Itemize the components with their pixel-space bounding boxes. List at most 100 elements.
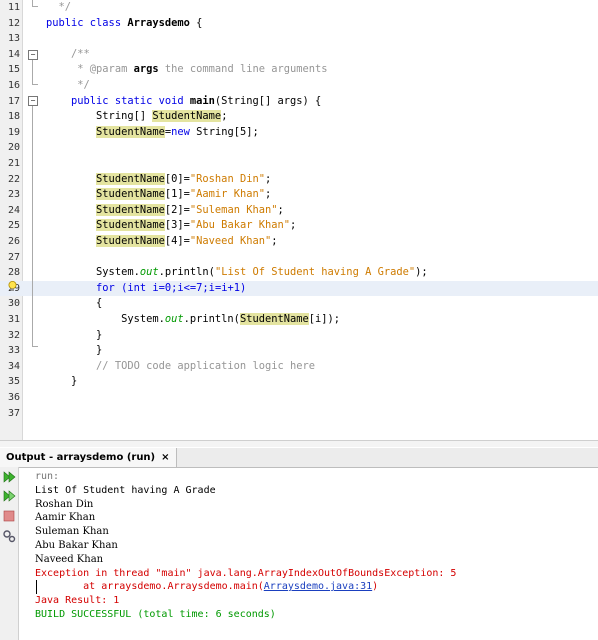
code-token: System.	[46, 266, 140, 279]
output-line: Abu Bakar Khan	[35, 539, 456, 553]
code-token: "List Of Student having A Grade"	[214, 266, 416, 279]
output-toolbar	[0, 467, 19, 640]
line-number: 22	[7, 173, 20, 185]
line-number: 23	[7, 189, 20, 201]
code-line[interactable]: 17 public static void main(String[] args…	[0, 94, 598, 110]
output-line-text: Abu Bakar Khan	[35, 539, 118, 551]
fold-minus-icon[interactable]: −	[28, 96, 38, 106]
stacktrace-link[interactable]: Arraysdemo.java:31	[264, 581, 372, 592]
code-token: new	[171, 125, 190, 138]
code-token: }	[46, 328, 103, 341]
code-text: System.out.println("List Of Student havi…	[46, 265, 428, 281]
fold-guide-end	[32, 6, 38, 7]
code-line[interactable]: 35 }	[0, 374, 598, 390]
code-line[interactable]: 12 public class Arraysdemo {	[0, 16, 598, 32]
code-token: args	[133, 63, 159, 76]
code-token: /**	[46, 47, 90, 60]
rerun-debug-icon[interactable]	[2, 489, 16, 503]
code-line[interactable]: 32 }	[0, 328, 598, 344]
stop-icon[interactable]	[2, 509, 16, 523]
line-number: 34	[7, 360, 20, 372]
line-number: 16	[7, 80, 20, 91]
output-console[interactable]: run: List Of Student having A Grade Roshan…	[35, 470, 456, 622]
code-line[interactable]: 14 /**	[0, 47, 598, 63]
code-text: StudentName=new String[5];	[46, 125, 259, 141]
code-token: ;	[264, 172, 272, 185]
code-line[interactable]: 16 */	[0, 78, 598, 94]
code-token: ;	[290, 219, 297, 232]
output-line-text: )	[372, 581, 379, 593]
code-line[interactable]: 23 StudentName[1]="Aamir Khan";	[0, 187, 598, 203]
code-line[interactable]: 31 System.out.println(StudentName[i]);	[0, 312, 598, 328]
line-number: 20	[7, 142, 20, 154]
lightbulb-hint-icon[interactable]	[8, 281, 17, 292]
output-line-text: BUILD SUCCESSFUL (total time: 6 seconds)	[35, 608, 276, 620]
code-token: (String[] args) {	[214, 94, 322, 107]
output-line: run:	[35, 470, 456, 484]
settings-icon[interactable]	[2, 529, 16, 543]
code-text: public class Arraysdemo {	[46, 16, 202, 32]
code-line[interactable]: 30 {	[0, 296, 598, 312]
code-line[interactable]: 13	[0, 31, 598, 47]
code-token: // TODO code application logic here	[46, 359, 315, 372]
code-line[interactable]: 18 String[] StudentName;	[0, 109, 598, 125]
code-line[interactable]: 33 }	[0, 343, 598, 359]
code-text: StudentName[3]="Abu Bakar Khan";	[46, 218, 296, 234]
code-text: public static void main(String[] args) {	[46, 94, 321, 110]
output-tab[interactable]: Output - arraysdemo (run) ×	[0, 448, 177, 467]
fold-minus-icon[interactable]: −	[28, 50, 38, 60]
code-token: [0]=	[164, 172, 190, 185]
code-token: );	[415, 266, 428, 279]
output-line: Roshan Din	[35, 498, 456, 512]
close-icon[interactable]: ×	[161, 452, 169, 463]
variable-token: StudentName	[96, 188, 165, 201]
code-token: public class	[46, 16, 128, 29]
code-line[interactable]: 22 StudentName[0]="Roshan Din";	[0, 172, 598, 188]
code-editor[interactable]: 11 */12 public class Arraysdemo {13 14 /**…	[0, 0, 598, 447]
line-number: 36	[7, 392, 20, 403]
output-line: Aamir Khan	[35, 511, 456, 525]
code-line[interactable]: 26 StudentName[4]="Naveed Khan";	[0, 234, 598, 250]
horizontal-scrollbar[interactable]	[0, 440, 598, 447]
code-token: public static void	[46, 94, 190, 107]
code-token: [2]=	[164, 203, 190, 216]
code-token: int	[127, 281, 147, 294]
output-line-text: Naveed Khan	[35, 553, 104, 565]
code-line[interactable]: 15 * @param args the command line argume…	[0, 62, 598, 78]
code-line[interactable]: 19 StudentName=new String[5];	[0, 125, 598, 141]
code-line[interactable]: 28 System.out.println("List Of Student h…	[0, 265, 598, 281]
code-line[interactable]: 36	[0, 390, 598, 406]
code-line[interactable]: 24 StudentName[2]="Suleman Khan";	[0, 203, 598, 219]
code-line[interactable]: 25 StudentName[3]="Abu Bakar Khan";	[0, 218, 598, 234]
code-text: }	[46, 343, 102, 359]
code-token: {	[189, 16, 203, 29]
code-text: // TODO code application logic here	[46, 359, 315, 375]
code-token: }	[46, 375, 78, 388]
variable-token: StudentName	[96, 219, 165, 232]
code-token: main	[189, 94, 215, 107]
code-line[interactable]: 27	[0, 250, 598, 266]
line-number: 12	[7, 17, 20, 29]
code-line[interactable]: 11 */	[0, 0, 598, 16]
line-number: 18	[7, 111, 20, 123]
code-line[interactable]: 34 // TODO code application logic here	[0, 359, 598, 375]
code-token: "Aamir Khan"	[189, 188, 265, 201]
code-token: ;	[221, 110, 228, 123]
line-number: 15	[7, 64, 20, 76]
code-line[interactable]: 20	[0, 140, 598, 156]
code-token: [4]=	[164, 235, 190, 247]
output-line: at arraysdemo.Arraysdemo.main(Arraysdemo…	[35, 580, 456, 594]
fold-guide-end	[32, 84, 38, 85]
output-line: Java Result: 1	[35, 594, 456, 608]
code-line[interactable]: 21	[0, 156, 598, 172]
line-number: 26	[7, 236, 20, 247]
code-line[interactable]: 37	[0, 406, 598, 422]
code-line[interactable]: 29 for (int i=0;i<=7;i=i+1)	[0, 280, 598, 297]
rerun-icon[interactable]	[2, 470, 16, 484]
line-number: 35	[7, 376, 20, 388]
code-token: }	[46, 344, 103, 357]
